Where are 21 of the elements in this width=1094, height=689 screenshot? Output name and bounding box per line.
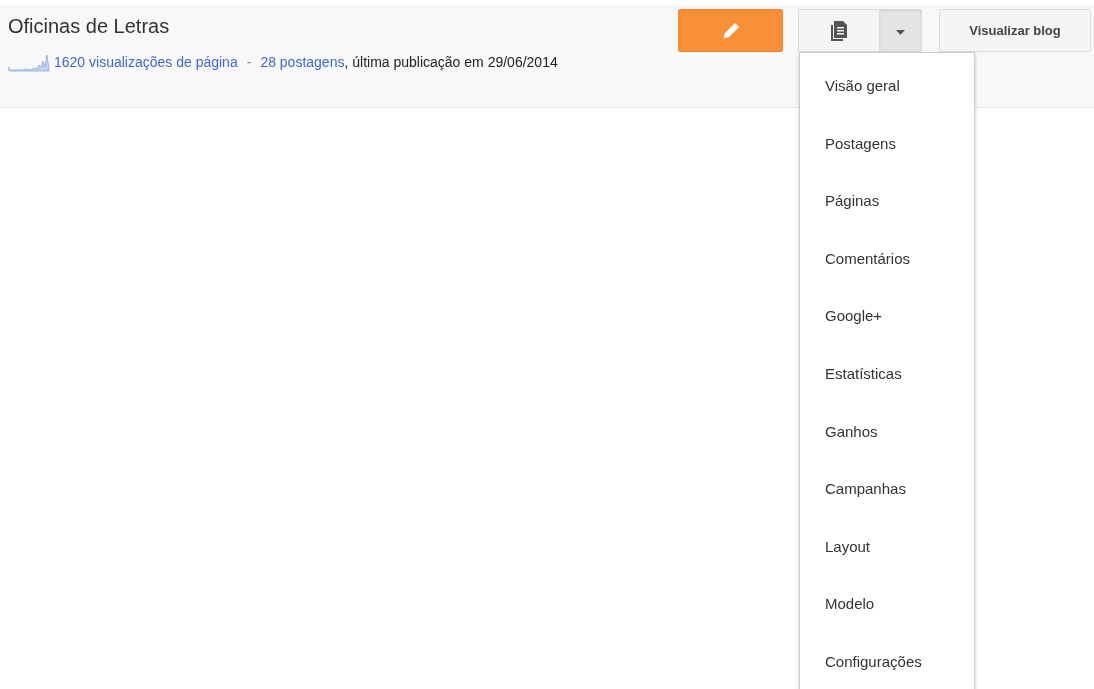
menu-item[interactable]: Modelo	[800, 575, 974, 633]
menu-item[interactable]: Configurações	[800, 632, 974, 689]
view-blog-button[interactable]: Visualizar blog	[939, 9, 1091, 52]
menu-item[interactable]: Campanhas	[800, 460, 974, 518]
documents-icon	[831, 20, 847, 41]
last-post-text: , última publicação em 29/06/2014	[344, 53, 558, 71]
posts-button[interactable]	[798, 9, 880, 52]
menu-item[interactable]: Páginas	[800, 172, 974, 230]
separator: -	[246, 53, 252, 71]
menu-item[interactable]: Estatísticas	[800, 344, 974, 403]
menu-item[interactable]: Comentários	[800, 229, 974, 288]
menu-item[interactable]: Visão geral	[800, 57, 974, 115]
dropdown-button[interactable]	[880, 9, 922, 52]
new-post-button[interactable]	[678, 9, 783, 52]
menu-item[interactable]: Layout	[800, 517, 974, 576]
menu-item[interactable]: Google+	[800, 287, 974, 345]
pageviews-link[interactable]: 1620 visualizações de página	[54, 53, 238, 71]
menu-item[interactable]: Postagens	[800, 114, 974, 173]
blog-title: Oficinas de Letras	[8, 14, 171, 38]
menu-item[interactable]: Ganhos	[800, 402, 974, 461]
caret-icon	[896, 29, 905, 35]
